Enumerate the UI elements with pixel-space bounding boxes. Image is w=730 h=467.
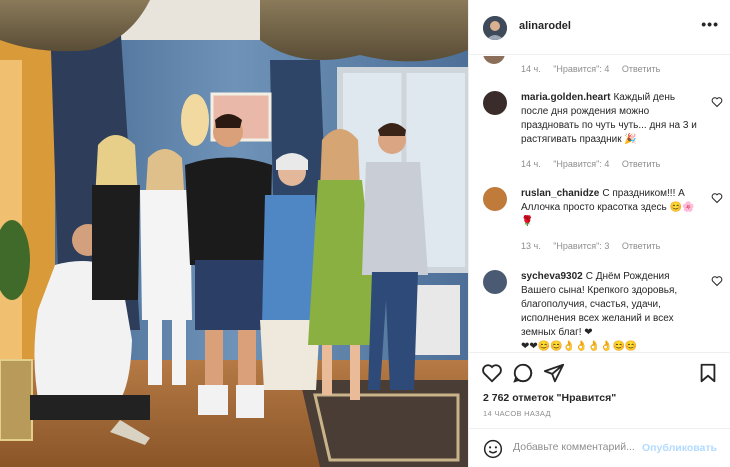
commenter-avatar[interactable]	[483, 270, 507, 294]
comment-likes[interactable]: "Нравится": 4	[553, 159, 609, 169]
like-heart-icon[interactable]	[481, 362, 503, 384]
add-comment-bar: Опубликовать	[469, 428, 730, 467]
comment-meta: 14 ч. "Нравится": 4 Ответить	[521, 64, 670, 74]
comment-text: ruslan_chanidze С праздником!!! А Аллочка…	[521, 187, 699, 229]
comment-item: maria.golden.heart Каждый день после дня …	[483, 91, 723, 181]
share-send-icon[interactable]	[543, 362, 565, 384]
comment-item: sycheva9302 С Днём Рождения Вашего сына! …	[483, 270, 723, 352]
save-bookmark-icon[interactable]	[697, 362, 719, 384]
comment-bubble-icon[interactable]	[512, 362, 534, 384]
commenter-username[interactable]: sycheva9302	[521, 271, 583, 282]
comment-item: ruslan_chanidze С праздником!!! А Аллочка…	[483, 187, 723, 262]
comment-meta: 14 ч. "Нравится": 4 Ответить	[521, 159, 670, 169]
reply-link[interactable]: Ответить	[622, 64, 660, 74]
commenter-username[interactable]: maria.golden.heart	[521, 92, 610, 103]
commenter-avatar[interactable]	[483, 91, 507, 115]
comment-time: 14 ч.	[521, 159, 541, 169]
comment-likes[interactable]: "Нравится": 4	[553, 64, 609, 74]
comment-text: maria.golden.heart Каждый день после дня …	[521, 91, 699, 147]
comment-input[interactable]	[513, 441, 643, 453]
post-actions-bar	[469, 352, 730, 390]
comment-meta: 13 ч. "Нравится": 3 Ответить	[521, 241, 670, 251]
author-avatar-image	[483, 16, 507, 40]
more-options-icon[interactable]: •••	[701, 16, 719, 32]
comment-emoji-row: ❤❤😊😊👌👌👌👌😊😊	[521, 341, 638, 352]
reply-link[interactable]: Ответить	[622, 159, 660, 169]
commenter-avatar[interactable]	[483, 187, 507, 211]
posted-time[interactable]: 14 ЧАСОВ НАЗАД	[483, 409, 551, 418]
comment-text: sycheva9302 С Днём Рождения Вашего сына! …	[521, 270, 699, 352]
reply-link[interactable]: Ответить	[622, 241, 660, 251]
post-sidebar: alinarodel ••• 14 ч. "Нравится": 4 Ответ…	[468, 0, 730, 467]
post-header: alinarodel •••	[469, 0, 730, 55]
commenter-username[interactable]: ruslan_chanidze	[521, 188, 599, 199]
like-comment-heart-icon[interactable]	[711, 96, 723, 108]
author-avatar[interactable]	[483, 16, 507, 40]
post-photo-image	[0, 0, 468, 467]
post-photo[interactable]	[0, 0, 468, 467]
commenter-avatar[interactable]	[483, 56, 505, 64]
instagram-post: alinarodel ••• 14 ч. "Нравится": 4 Ответ…	[0, 0, 730, 467]
emoji-smile-icon[interactable]	[483, 439, 503, 459]
like-comment-heart-icon[interactable]	[711, 275, 723, 287]
likes-count[interactable]: 2 762 отметок "Нравится"	[483, 392, 616, 404]
comments-list[interactable]: 14 ч. "Нравится": 4 Ответить maria.golde…	[469, 56, 730, 352]
comment-time: 13 ч.	[521, 241, 541, 251]
comment-likes[interactable]: "Нравится": 3	[553, 241, 609, 251]
comment-time: 14 ч.	[521, 64, 541, 74]
author-username[interactable]: alinarodel	[519, 20, 571, 32]
publish-button[interactable]: Опубликовать	[642, 442, 717, 454]
like-comment-heart-icon[interactable]	[711, 192, 723, 204]
